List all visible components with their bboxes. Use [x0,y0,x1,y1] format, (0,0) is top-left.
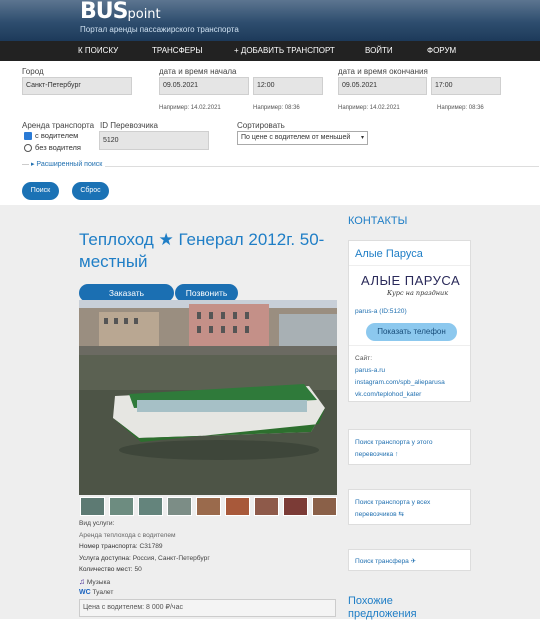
nav-search[interactable]: К ПОИСКУ [78,46,118,55]
end-time-hint: Например: 08:36 [437,105,484,111]
divider [349,345,470,346]
thumbnail[interactable] [167,497,192,516]
search-this-carrier-card: Поиск транспорта у этого перевозчика ↑ [348,429,471,465]
checkbox-checked-icon [24,132,32,141]
city-label: Город [22,67,44,76]
listing-photo[interactable] [79,300,337,495]
rent-label: Аренда транспорта [22,121,95,130]
listing-title: Теплоход ★ Генерал 2012г. 50-местный [79,230,325,271]
instagram-link[interactable]: instagram.com/spb_alieparusa [355,379,445,386]
contact-card: Алые Паруса АЛЫЕ ПАРУСА Курс на праздник… [348,240,471,402]
thumbnail[interactable] [138,497,163,516]
sort-label: Сортировать [237,121,285,130]
thumbnail[interactable] [109,497,134,516]
dash-icon: — [22,161,31,168]
end-time-input[interactable]: 17:00 [431,77,501,95]
search-this-carrier-link[interactable]: Поиск транспорта у этого перевозчика ↑ [355,437,465,461]
radio-icon [24,144,32,153]
feature-toilet: WC Туалет [79,589,114,596]
search-transfer-card: Поиск трансфера ✈ [348,549,471,571]
end-date-input[interactable]: 09.05.2021 [338,77,427,95]
start-date-hint: Например: 14.02.2021 [159,105,221,111]
thumbnail[interactable] [254,497,279,516]
site-link[interactable]: parus-a.ru [355,367,385,374]
carrier-id-label: ID Перевозчика [100,121,159,130]
nav-add-transport[interactable]: + ДОБАВИТЬ ТРАНСПОРТ [234,46,335,55]
start-date-input[interactable]: 09.05.2021 [159,77,249,95]
start-time-input[interactable]: 12:00 [253,77,323,95]
vk-link[interactable]: vk.com/teplohod_kater [355,391,421,398]
city-input[interactable]: Санкт-Петербург [22,77,132,95]
thumbnail[interactable] [225,497,250,516]
search-button[interactable]: Поиск [22,182,59,200]
main-nav: К ПОИСКУ ТРАНСФЕРЫ + ДОБАВИТЬ ТРАНСПОРТ … [0,41,540,61]
seats-count: Количество мест: 50 [79,566,142,573]
thumbnail[interactable] [80,497,105,516]
photo-thumbnails [79,497,337,516]
site-label: Сайт: [355,355,373,362]
search-transfer-link[interactable]: Поиск трансфера ✈ [355,557,416,565]
service-type-value: Аренда теплохода с водителем [79,532,176,539]
end-date-hint: Например: 14.02.2021 [338,105,400,111]
site-header: BUSpoint Портал аренды пассажирского тра… [0,0,540,41]
end-label: дата и время окончания [338,67,428,76]
service-type-label: Вид услуги: [79,520,115,527]
contacts-heading: КОНТАКТЫ [348,215,408,227]
carrier-id-input[interactable]: 5120 [99,131,209,150]
reset-button[interactable]: Сброс [72,182,109,200]
search-all-carriers-card: Поиск транспорта у всех перевозчиков ⇆ [348,489,471,525]
service-available: Услуга доступна: Россия, Санкт-Петербург [79,555,210,562]
start-label: дата и время начала [159,67,237,76]
price-box: Цена с водителем: 8 000 ₽/час [79,599,336,617]
boat-photo-image [79,300,337,495]
company-name[interactable]: Алые Паруса [355,248,423,260]
nav-login[interactable]: ВОЙТИ [365,46,393,55]
site-tagline: Портал аренды пассажирского транспорта [80,25,239,34]
advanced-search-toggle[interactable]: — ▸ Расширенный поиск [22,160,106,168]
company-logo: АЛЫЕ ПАРУСА Курс на праздник [361,273,461,297]
thumbnail[interactable] [196,497,221,516]
divider [349,265,470,266]
nav-transfers[interactable]: ТРАНСФЕРЫ [152,46,202,55]
wc-icon: WC [79,589,91,596]
without-driver-radio[interactable]: без водителя [24,143,81,153]
feature-music: ♫ Музыка [79,577,111,586]
show-phone-button[interactable]: Показать телефон [366,323,457,341]
thumbnail[interactable] [283,497,308,516]
start-time-hint: Например: 08:36 [253,105,300,111]
chevron-down-icon: ▾ [360,135,364,141]
company-id-link[interactable]: parus-a (ID:5120) [355,308,407,315]
search-all-carriers-link[interactable]: Поиск транспорта у всех перевозчиков ⇆ [355,497,465,521]
similar-heading: Похожие предложения [348,595,417,620]
sort-select[interactable]: По цене с водителем от меньшей ▾ [237,131,368,145]
caret-right-icon: ▸ [30,161,35,168]
nav-forum[interactable]: ФОРУМ [427,46,456,55]
music-note-icon: ♫ [79,577,85,586]
with-driver-checkbox[interactable]: с водителем [24,131,78,141]
transport-number: Номер транспорта: С31789 [79,543,163,550]
site-logo[interactable]: BUSpoint [80,1,161,25]
thumbnail[interactable] [312,497,337,516]
